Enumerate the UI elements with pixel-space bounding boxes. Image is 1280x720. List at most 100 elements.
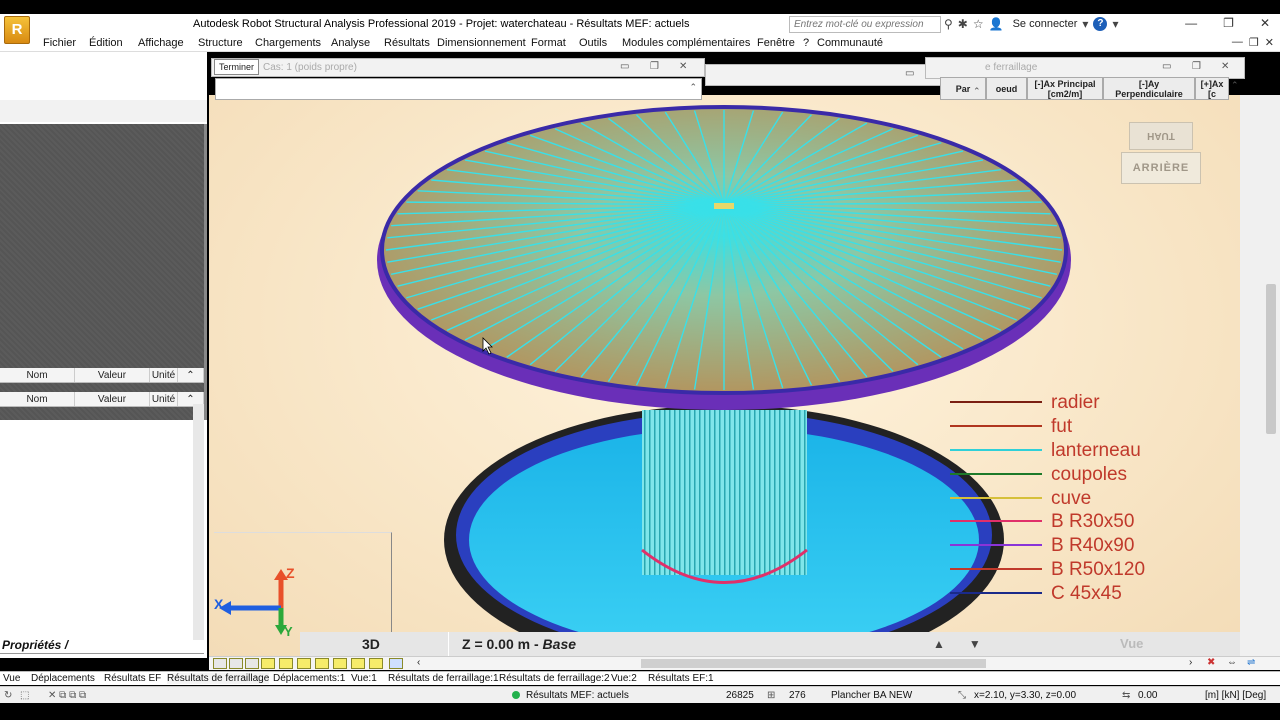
- chevron-down-icon[interactable]: ▾: [1112, 17, 1118, 31]
- menu-resultats[interactable]: Résultats: [384, 37, 430, 49]
- tab-resultats-ferraillage-1[interactable]: Résultats de ferraillage:1: [388, 673, 499, 684]
- col-ax-plus[interactable]: [+]Ax [c: [1195, 77, 1229, 100]
- close-icon[interactable]: ✕: [1260, 16, 1270, 30]
- zoom-icon[interactable]: [229, 658, 243, 669]
- tab-resultats-ferraillage[interactable]: Résultats de ferraillage: [167, 673, 270, 684]
- split-view-icon[interactable]: ⇔: [1227, 657, 1237, 668]
- scroll-right-icon[interactable]: ›: [1189, 657, 1192, 668]
- tab-proprietes[interactable]: Propriétés /: [2, 638, 68, 652]
- menu-modules[interactable]: Modules complémentaires: [622, 37, 750, 49]
- minimize-icon[interactable]: ▭: [905, 68, 914, 79]
- delete-view-icon[interactable]: ✖: [1207, 657, 1215, 668]
- z-level-label[interactable]: Z = 0.00 m - Base: [462, 636, 576, 652]
- scroll-left-icon[interactable]: ‹: [417, 657, 420, 668]
- panel-icon[interactable]: [351, 658, 365, 669]
- minimize-icon[interactable]: —: [1185, 16, 1197, 30]
- menu-fichier[interactable]: Fichier: [43, 37, 76, 49]
- mdi-close-icon[interactable]: ✕: [1265, 36, 1274, 49]
- col-unite[interactable]: Unité: [150, 392, 178, 406]
- horizontal-scrollbar[interactable]: [641, 659, 986, 668]
- units[interactable]: [m] [kN] [Deg]: [1205, 690, 1266, 701]
- load-icon[interactable]: [333, 658, 347, 669]
- close-icon[interactable]: ✕: [679, 61, 687, 72]
- col-valeur[interactable]: Valeur: [75, 368, 150, 382]
- col-ay-perpendiculaire[interactable]: [-]Ay Perpendiculaire: [1103, 77, 1195, 100]
- tab-vue-1[interactable]: Vue:1: [351, 673, 377, 684]
- menu-outils[interactable]: Outils: [579, 37, 607, 49]
- chevron-up-icon[interactable]: ⌃: [1231, 80, 1239, 91]
- legend-label: B R40x90: [1051, 535, 1135, 556]
- tab-deplacements-1[interactable]: Déplacements:1: [273, 673, 345, 684]
- chevron-up-icon[interactable]: ⌃: [973, 86, 981, 97]
- undo-icon[interactable]: ↻: [4, 690, 12, 701]
- chevron-down-icon[interactable]: ▾: [1082, 17, 1088, 31]
- menu-chargements[interactable]: Chargements: [255, 37, 321, 49]
- col-noeud[interactable]: oeud: [986, 77, 1027, 100]
- restore-icon[interactable]: ❐: [650, 61, 659, 72]
- mdi-minimize-icon[interactable]: —: [1232, 36, 1243, 49]
- tab-deplacements[interactable]: Déplacements: [31, 673, 95, 684]
- tab-vue-2[interactable]: Vue:2: [611, 673, 637, 684]
- pan-icon[interactable]: [245, 658, 259, 669]
- help-icon[interactable]: ?: [1093, 17, 1108, 31]
- favorites-star-icon[interactable]: ☆: [973, 17, 984, 31]
- chevron-up-icon[interactable]: ⌃: [689, 82, 697, 93]
- col-nom[interactable]: Nom: [0, 392, 75, 406]
- col-ax-principal[interactable]: [-]Ax Principal [cm2/m]: [1027, 77, 1103, 100]
- properties-scrollbar[interactable]: [193, 404, 204, 640]
- restore-icon[interactable]: ❐: [1192, 61, 1201, 72]
- load-case-combo[interactable]: ⌃: [215, 78, 702, 100]
- numbering-icon[interactable]: [389, 658, 403, 669]
- col-unite[interactable]: Unité: [150, 368, 178, 382]
- menu-help[interactable]: ?: [803, 37, 809, 49]
- vue-label[interactable]: Vue: [1120, 636, 1143, 651]
- collapse-icon[interactable]: ⌃: [178, 368, 204, 382]
- binoculars-icon[interactable]: ⚲: [944, 17, 953, 31]
- tab-resultats-ef[interactable]: Résultats EF: [104, 673, 161, 684]
- angle-icon: ⇆: [1122, 690, 1131, 701]
- menu-fenetre[interactable]: Fenêtre: [757, 37, 795, 49]
- table-icon[interactable]: [369, 658, 383, 669]
- view-mode-3d[interactable]: 3D: [362, 636, 380, 652]
- viewcube-top[interactable]: HAUT: [1129, 122, 1193, 150]
- user-icon: 👤: [988, 17, 1004, 31]
- menu-edition[interactable]: Édition: [89, 37, 123, 49]
- redo-icon[interactable]: ⬚: [20, 690, 29, 701]
- section-icon[interactable]: [261, 658, 275, 669]
- menu-format[interactable]: Format: [531, 37, 566, 49]
- minimize-icon[interactable]: ▭: [620, 61, 629, 72]
- level-up-icon[interactable]: ▲: [933, 637, 945, 651]
- tab-resultats-ef-1[interactable]: Résultats EF:1: [648, 673, 714, 684]
- section-name[interactable]: Plancher BA NEW: [831, 690, 912, 701]
- keyword-search-input[interactable]: [789, 16, 941, 33]
- sync-view-icon[interactable]: ⇌: [1247, 657, 1255, 668]
- robot-logo-icon[interactable]: R: [4, 16, 30, 44]
- mdi-restore-icon[interactable]: ❐: [1249, 36, 1259, 49]
- close-icon[interactable]: ✕: [1221, 61, 1229, 72]
- menu-dimensionnement[interactable]: Dimensionnement: [437, 37, 526, 49]
- minimize-icon[interactable]: ▭: [1162, 61, 1171, 72]
- select-icon[interactable]: ✕ ⧉ ⧉ ⧉: [48, 690, 86, 701]
- display-icon[interactable]: [279, 658, 293, 669]
- sign-in-button[interactable]: Se connecter: [1013, 18, 1078, 30]
- menu-structure[interactable]: Structure: [198, 37, 243, 49]
- terminer-button[interactable]: Terminer: [214, 59, 259, 75]
- viewport-scrollbar[interactable]: [1266, 284, 1276, 434]
- viewcube[interactable]: HAUT ARRIÈRE: [1121, 122, 1201, 188]
- menu-communaute[interactable]: Communauté: [817, 37, 883, 49]
- support-icon[interactable]: [315, 658, 329, 669]
- tab-resultats-ferraillage-2[interactable]: Résultats de ferraillage:2: [499, 673, 610, 684]
- legend-item: C 45x45: [950, 583, 1210, 604]
- menu-affichage[interactable]: Affichage: [138, 37, 184, 49]
- viewcube-front[interactable]: ARRIÈRE: [1121, 152, 1201, 184]
- edit-icon[interactable]: [297, 658, 311, 669]
- restore-icon[interactable]: ❐: [1223, 16, 1234, 30]
- tab-vue[interactable]: Vue: [3, 673, 20, 684]
- menu-analyse[interactable]: Analyse: [331, 37, 370, 49]
- col-nom[interactable]: Nom: [0, 368, 75, 382]
- col-valeur[interactable]: Valeur: [75, 392, 150, 406]
- level-down-icon[interactable]: ▼: [969, 637, 981, 651]
- network-icon[interactable]: ✱: [958, 17, 968, 31]
- rotate-icon[interactable]: [213, 658, 227, 669]
- status-bar: ↻ ⬚ ✕ ⧉ ⧉ ⧉ Résultats MEF: actuels 26825…: [0, 686, 1280, 703]
